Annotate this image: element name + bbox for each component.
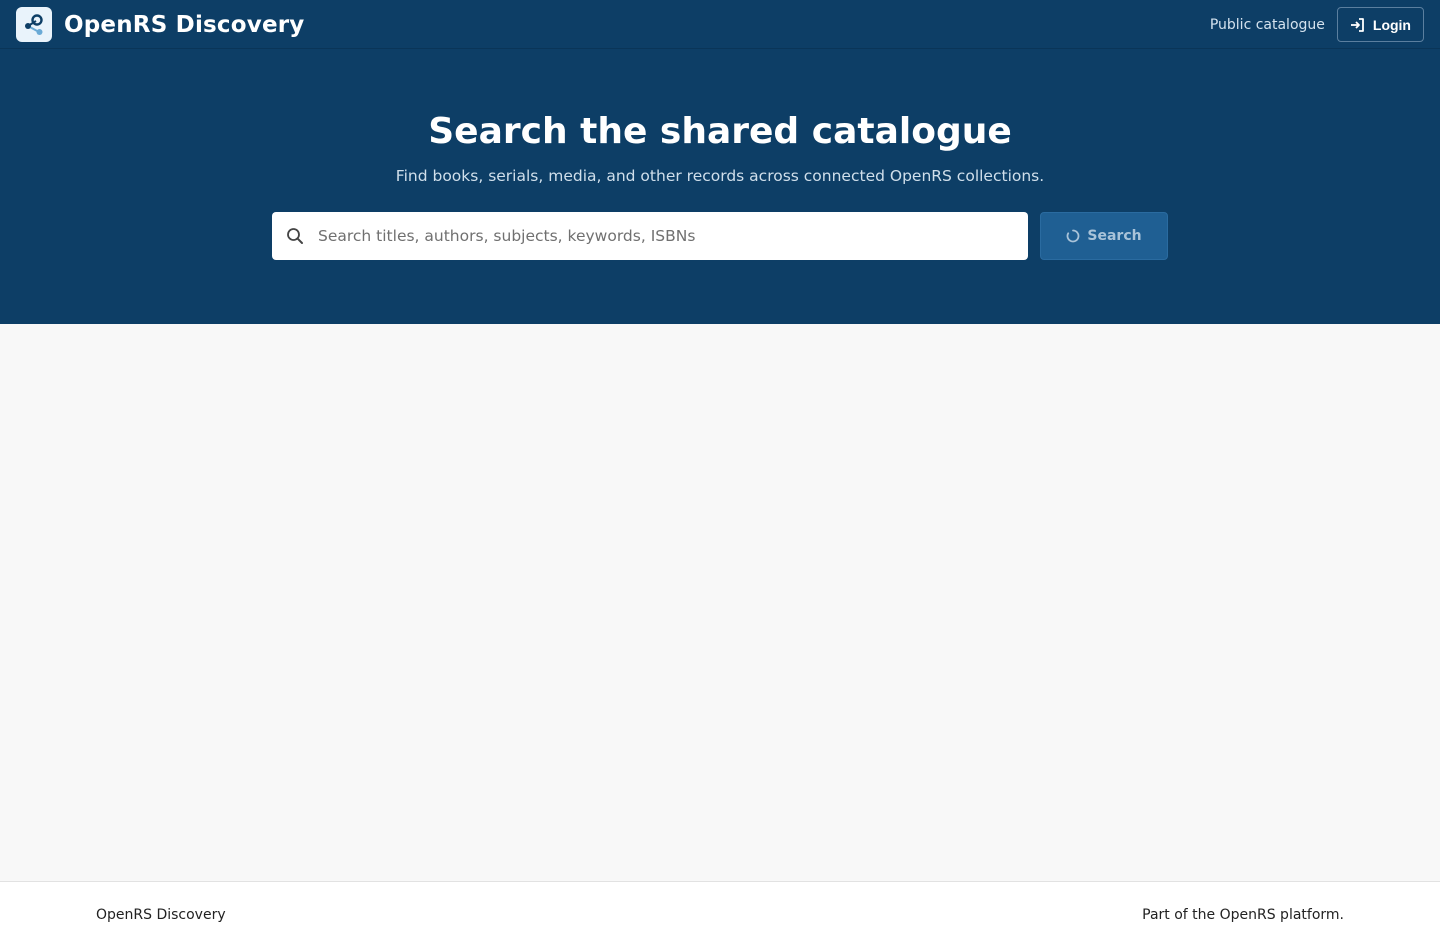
- hero-search-section: Search the shared catalogue Find books, …: [0, 49, 1440, 324]
- footer-brand: OpenRS Discovery: [96, 907, 226, 923]
- sign-in-icon: [1350, 17, 1364, 32]
- brand-link[interactable]: OpenRS Discovery: [16, 7, 305, 42]
- search-icon: [272, 212, 318, 260]
- search-input[interactable]: [318, 213, 1028, 259]
- login-button[interactable]: Login: [1336, 7, 1424, 42]
- search-button[interactable]: Search: [1040, 212, 1168, 260]
- main-content: [0, 324, 1440, 881]
- footer: OpenRS Discovery Part of the OpenRS plat…: [0, 881, 1440, 950]
- login-label: Login: [1372, 16, 1411, 33]
- search-box: [272, 212, 1028, 260]
- public-catalogue-link[interactable]: Public catalogue: [1210, 17, 1325, 33]
- share-nodes-icon: [16, 7, 52, 42]
- brand-name: OpenRS Discovery: [64, 11, 305, 38]
- spinner-icon: [1067, 229, 1080, 243]
- page-subtitle: Find books, serials, media, and other re…: [395, 167, 1045, 185]
- footer-platform-note: Part of the OpenRS platform.: [1142, 907, 1344, 923]
- page-title: Search the shared catalogue: [428, 111, 1012, 152]
- top-navbar: OpenRS Discovery Public catalogue Login: [0, 0, 1440, 49]
- search-button-label: Search: [1087, 228, 1142, 244]
- nav-right: Public catalogue Login: [1210, 7, 1424, 42]
